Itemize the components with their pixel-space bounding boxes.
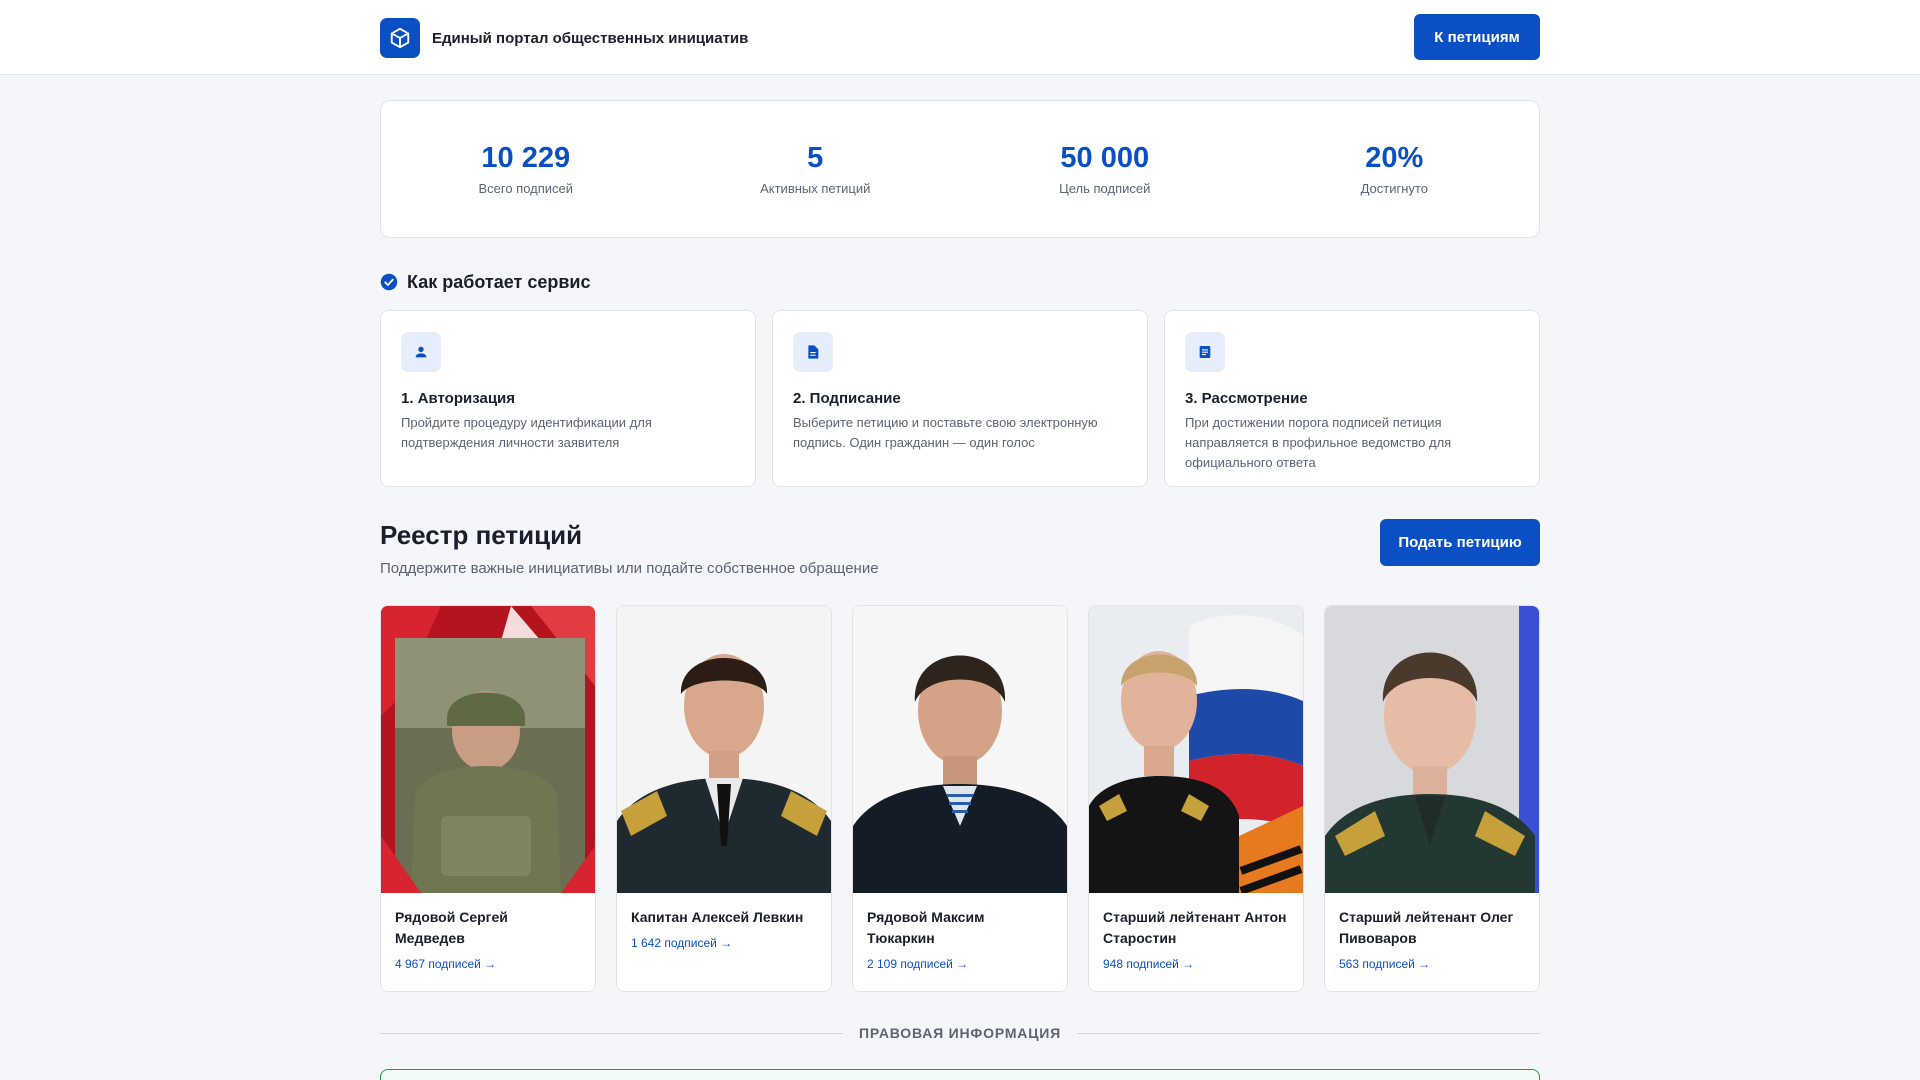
petition-name: Старший лейтенант Олег Пивоваров <box>1339 909 1514 946</box>
stats-panel: 10 229 Всего подписей 5 Активных петиций… <box>380 100 1540 238</box>
how-it-works-heading: Как работает сервис <box>380 270 590 294</box>
registry-subtitle: Поддержите важные инициативы или подайте… <box>380 560 879 577</box>
step-title: 1. Авторизация <box>401 390 516 407</box>
site-title: Единый портал общественных инициатив <box>432 29 749 47</box>
stat-label: Всего подписей <box>478 181 574 196</box>
petition-name: Капитан Алексей Левкин <box>631 909 804 925</box>
registry-title: Реестр петиций <box>380 520 583 550</box>
stat-achieved: 20% Достигнуто <box>1250 101 1540 237</box>
card-body: Старший лейтенант Олег Пивоваров 563 под… <box>1325 893 1539 971</box>
signatures-link[interactable]: 1 642 подписей → <box>631 936 817 950</box>
legal-title: ПРАВОВАЯ ИНФОРМАЦИЯ <box>859 1025 1061 1041</box>
brand[interactable]: Единый портал общественных инициатив <box>380 18 748 58</box>
petition-card[interactable]: Рядовой Максим Тюкаркин 2 109 подписей → <box>852 605 1068 992</box>
step-text: Пройдите процедуру идентификации для под… <box>401 415 652 450</box>
petition-name: Старший лейтенант Антон Старостин <box>1103 909 1287 946</box>
petition-photo <box>617 606 831 893</box>
signatures-link[interactable]: 563 подписей → <box>1339 957 1525 971</box>
check-circle-icon <box>380 273 398 291</box>
petition-photo <box>381 606 595 893</box>
signatures-link[interactable]: 2 109 подписей → <box>867 957 1053 971</box>
petition-photo <box>853 606 1067 893</box>
document-icon <box>793 332 833 372</box>
petition-name: Рядовой Максим Тюкаркин <box>867 909 985 946</box>
how-it-works-title: Как работает сервис <box>407 271 591 292</box>
petition-card[interactable]: Старший лейтенант Олег Пивоваров 563 под… <box>1324 605 1540 992</box>
top-bar: Единый портал общественных инициатив К п… <box>0 0 1920 75</box>
step-text: Выберите петицию и поставьте свою электр… <box>793 415 1098 450</box>
divider-line <box>380 1032 844 1034</box>
stat-label: Цель подписей <box>1059 181 1151 196</box>
card-body: Капитан Алексей Левкин 1 642 подписей → <box>617 893 831 950</box>
signatures-link[interactable]: 4 967 подписей → <box>395 957 581 971</box>
petition-card[interactable]: Рядовой Сергей Медведев 4 967 подписей → <box>380 605 596 992</box>
steps-list: 1. Авторизация Пройдите процедуру иденти… <box>380 310 1540 487</box>
petition-photo <box>1089 606 1303 893</box>
stat-signature-goal: 50 000 Цель подписей <box>960 101 1250 237</box>
cube-icon <box>380 18 420 58</box>
stat-active-petitions: 5 Активных петиций <box>671 101 961 237</box>
petition-card[interactable]: Капитан Алексей Левкин 1 642 подписей → <box>616 605 832 992</box>
stat-value: 5 <box>807 142 824 174</box>
petition-name: Рядовой Сергей Медведев <box>395 909 508 946</box>
petition-photo <box>1325 606 1539 893</box>
step-title: 3. Рассмотрение <box>1185 390 1308 407</box>
step-card-signing: 2. Подписание Выберите петицию и поставь… <box>772 310 1148 487</box>
signatures-link[interactable]: 948 подписей → <box>1103 957 1289 971</box>
stat-value: 10 229 <box>481 142 571 174</box>
step-text: При достижении порога подписей петиция н… <box>1185 415 1452 470</box>
to-petitions-button[interactable]: К петициям <box>1414 14 1540 60</box>
card-body: Старший лейтенант Антон Старостин 948 по… <box>1089 893 1303 971</box>
step-card-authorization: 1. Авторизация Пройдите процедуру иденти… <box>380 310 756 487</box>
legal-info-box <box>380 1069 1540 1080</box>
stat-total-signatures: 10 229 Всего подписей <box>381 101 671 237</box>
petition-cards: Рядовой Сергей Медведев 4 967 подписей →… <box>380 605 1540 992</box>
petition-card[interactable]: Старший лейтенант Антон Старостин 948 по… <box>1088 605 1304 992</box>
divider-line <box>1076 1032 1540 1034</box>
stat-label: Активных петиций <box>760 181 871 196</box>
step-title: 2. Подписание <box>793 390 901 407</box>
stat-value: 20% <box>1365 142 1424 174</box>
legal-divider: ПРАВОВАЯ ИНФОРМАЦИЯ <box>380 1024 1540 1042</box>
stat-value: 50 000 <box>1060 142 1150 174</box>
card-body: Рядовой Максим Тюкаркин 2 109 подписей → <box>853 893 1067 971</box>
step-card-review: 3. Рассмотрение При достижении порога по… <box>1164 310 1540 487</box>
list-icon <box>1185 332 1225 372</box>
stat-label: Достигнуто <box>1360 181 1428 196</box>
person-icon <box>401 332 441 372</box>
submit-petition-button[interactable]: Подать петицию <box>1380 519 1540 566</box>
card-body: Рядовой Сергей Медведев 4 967 подписей → <box>381 893 595 971</box>
